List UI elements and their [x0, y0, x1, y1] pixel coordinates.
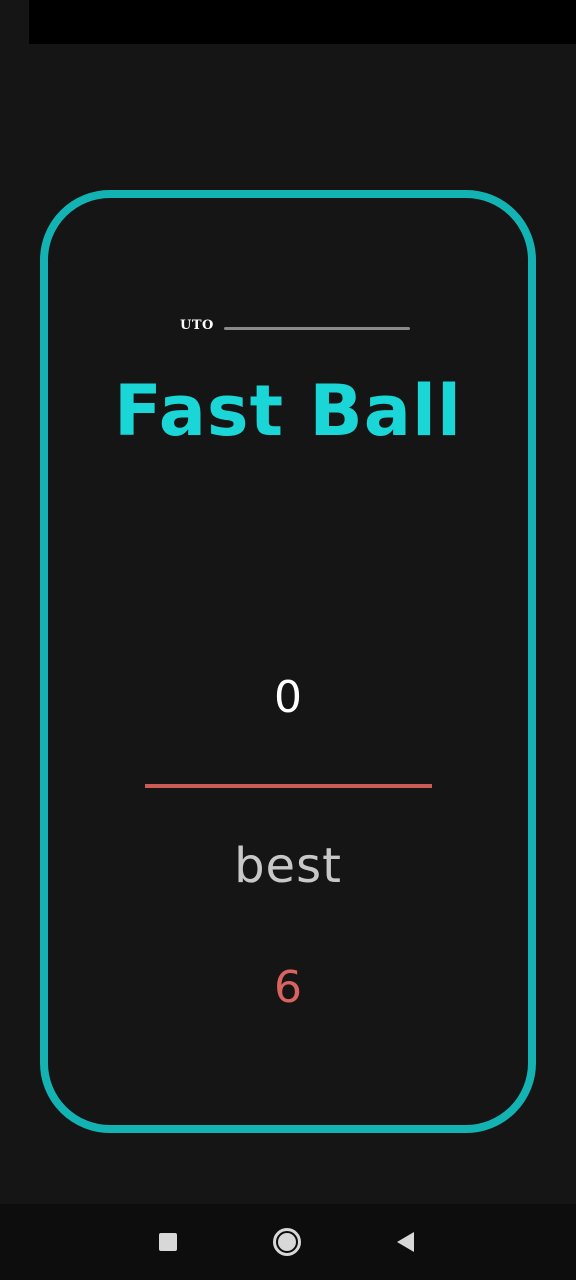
- score-divider: [145, 784, 432, 788]
- triangle-back-icon: [396, 1232, 414, 1252]
- home-button[interactable]: [269, 1224, 305, 1260]
- status-bar: [29, 0, 576, 44]
- progress-track: [224, 327, 410, 330]
- back-button[interactable]: [387, 1224, 423, 1260]
- game-title: Fast Ball: [113, 370, 463, 452]
- recents-button[interactable]: [150, 1224, 186, 1260]
- best-label: best: [234, 838, 342, 894]
- circle-icon: [273, 1228, 301, 1256]
- loading-indicator: UTO: [180, 318, 412, 334]
- circle-inner: [278, 1233, 296, 1251]
- app-screen: UTO Fast Ball 0 best 6: [0, 0, 576, 1280]
- current-score: 0: [274, 672, 302, 723]
- best-score: 6: [274, 962, 302, 1013]
- loading-label: UTO: [180, 318, 214, 333]
- square-icon: [159, 1233, 177, 1251]
